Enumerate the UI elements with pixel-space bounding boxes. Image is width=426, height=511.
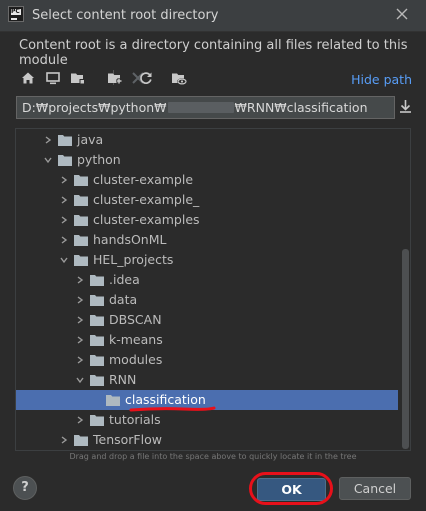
chevron-right-icon[interactable] [76,316,84,324]
tree-row[interactable]: DBSCAN [16,310,398,330]
dialog-description: Content root is a directory containing a… [19,38,408,68]
tree-row-label: RNN [109,372,137,387]
chevron-right-icon[interactable] [60,436,68,444]
hide-path-link[interactable]: Hide path [351,72,412,87]
chevron-right-icon[interactable] [76,276,84,284]
desktop-icon[interactable] [44,69,62,87]
drag-drop-hint: Drag and drop a file into the space abov… [69,452,357,461]
chevron-right-icon[interactable] [44,136,52,144]
directory-tree[interactable]: java python cluster-example cluster-example… [15,128,411,451]
folder-icon [90,295,104,306]
tree-row[interactable]: k-means [16,330,398,350]
path-suffix: ₩RNN₩classification [234,100,368,115]
tree-row[interactable]: java [16,130,398,150]
tree-row-label: DBSCAN [109,312,162,327]
tree-scrollbar[interactable] [402,249,409,449]
folder-icon [58,155,72,166]
tree-row[interactable]: .idea [16,270,398,290]
tree-row-label: java [77,132,104,147]
tree-row-label: classification [125,392,206,407]
tree-row-label: tutorials [109,412,161,427]
chevron-right-icon[interactable] [60,196,68,204]
chevron-right-icon[interactable] [60,236,68,244]
tree-row[interactable]: cluster-examples [16,210,398,230]
tree-row[interactable]: cluster-example_ [16,190,398,210]
dialog-title: Select content root directory [32,8,219,23]
tree-row-label: TensorFlow [93,432,162,447]
chevron-down-icon[interactable] [60,256,68,264]
show-hidden-icon[interactable] [170,69,188,87]
folder-icon [90,375,104,386]
tree-row-selected[interactable]: classification [16,390,398,410]
tree-row[interactable]: handsOnML [16,230,398,250]
tree-row-label: data [109,292,138,307]
tree-row[interactable]: RNN [16,370,398,390]
tree-row-label: k-means [109,332,163,347]
folder-icon [74,435,88,446]
chevron-right-icon[interactable] [60,176,68,184]
folder-icon [106,395,120,406]
chevron-down-icon[interactable] [44,156,52,164]
folder-icon [74,175,88,186]
chevron-right-icon[interactable] [76,356,84,364]
folder-icon [90,275,104,286]
folder-icon [90,335,104,346]
chevron-right-icon[interactable] [76,296,84,304]
tree-row[interactable]: modules [16,350,398,370]
chevron-right-icon[interactable] [76,416,84,424]
cancel-button[interactable]: Cancel [339,477,411,500]
toolbar: Hide path [16,67,414,89]
tree-row[interactable]: python [16,150,398,170]
folder-icon [90,415,104,426]
help-button[interactable]: ? [13,476,37,500]
path-input[interactable]: D:₩projects₩python₩ ₩RNN₩classification [16,96,395,119]
refresh-icon[interactable] [137,69,155,87]
path-text: D:₩projects₩python₩ ₩RNN₩classification [22,100,368,115]
tree-row[interactable]: data [16,290,398,310]
tree-row-label: python [77,152,121,167]
path-prefix: D:₩projects₩python₩ [22,100,167,115]
folder-icon [74,215,88,226]
folder-icon [74,235,88,246]
folder-icon [90,355,104,366]
tree-row[interactable]: HEL_projects [16,250,398,270]
tree-row-label: HEL_projects [93,252,174,267]
tree-row-label: handsOnML [93,232,167,247]
folder-icon [58,135,72,146]
chevron-down-icon[interactable] [76,376,84,384]
chevron-right-icon[interactable] [60,216,68,224]
folder-icon [74,255,88,266]
home-icon[interactable] [19,69,37,87]
title-bar: PC Select content root directory [0,0,426,32]
folder-icon [74,195,88,206]
tree-row-label: .idea [109,272,140,287]
tree-row-label: cluster-example_ [93,192,200,207]
tree-row[interactable]: tutorials [16,410,398,430]
project-folder-icon[interactable] [69,69,87,87]
pycharm-logo-icon: PC [8,6,24,22]
download-icon[interactable] [397,97,414,117]
new-folder-icon[interactable] [106,69,124,87]
tree-row-label: cluster-example [93,172,194,187]
path-redacted [167,102,234,113]
folder-icon [90,315,104,326]
tree-row[interactable]: cluster-example [16,170,398,190]
close-icon[interactable] [394,6,410,22]
tree-row-label: modules [109,352,163,367]
chevron-right-icon[interactable] [76,336,84,344]
tree-row-label: cluster-examples [93,212,200,227]
tree-row[interactable]: TensorFlow [16,430,398,450]
ok-button[interactable]: OK [257,478,326,501]
